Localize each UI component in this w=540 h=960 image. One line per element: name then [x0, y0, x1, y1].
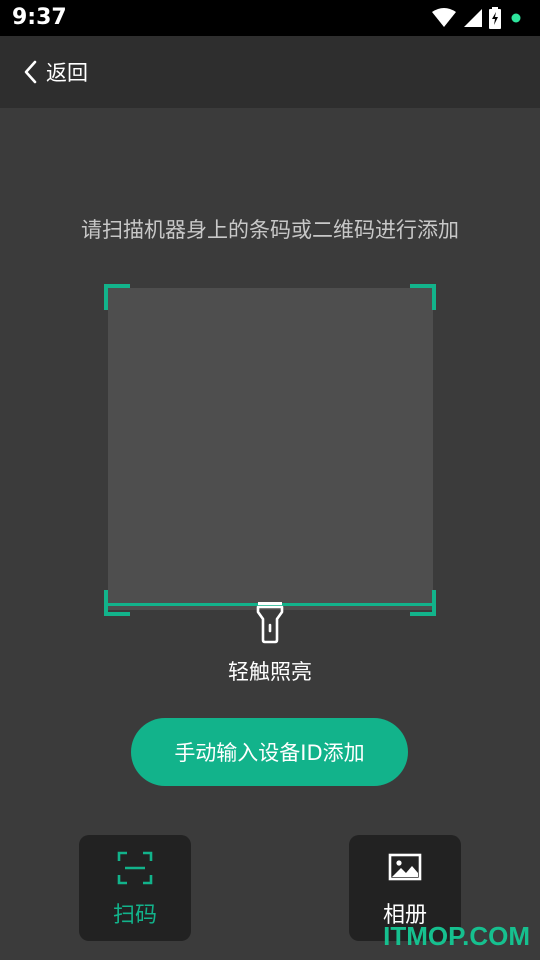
watermark: ITMOP.COM [383, 921, 530, 951]
signal-icon [464, 9, 482, 27]
back-button[interactable]: 返回 [22, 54, 88, 90]
status-icons [432, 6, 524, 30]
nav-bar: 返回 [0, 36, 540, 108]
viewfinder-corner-top-right [410, 284, 436, 310]
viewfinder-corner-top-left [104, 284, 130, 310]
chevron-left-icon [24, 60, 37, 84]
flashlight-label[interactable]: 轻触照亮 [0, 656, 540, 686]
back-label: 返回 [46, 61, 88, 85]
manual-input-button[interactable]: 手动输入设备ID添加 [131, 718, 408, 786]
scan-icon [117, 851, 153, 885]
notification-dot-icon [511, 13, 521, 23]
wifi-icon [432, 8, 456, 27]
status-bar: 9:37 [0, 0, 540, 36]
flashlight-icon[interactable] [253, 600, 287, 644]
image-icon [388, 853, 422, 881]
scan-instruction: 请扫描机器身上的条码或二维码进行添加 [81, 218, 459, 242]
tab-scan-label: 扫码 [112, 903, 157, 928]
scan-viewfinder [108, 288, 433, 610]
tab-scan[interactable]: 扫码 [79, 835, 191, 941]
battery-charging-icon [489, 7, 501, 29]
status-time: 9:37 [12, 5, 67, 30]
